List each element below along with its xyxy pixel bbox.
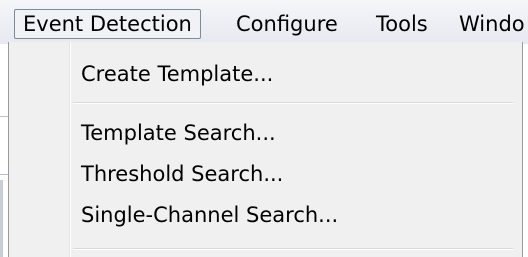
menu-separator [73, 248, 513, 250]
menu-bar: Event Detection Configure Tools Windo [0, 0, 528, 44]
menu-tools[interactable]: Tools [376, 11, 428, 37]
menu-icon-gutter [9, 42, 69, 257]
menu-item-create-template[interactable]: Create Template... [81, 59, 273, 89]
application-window: Event Detection Configure Tools Windo Cr… [0, 0, 528, 257]
window-divider [0, 174, 8, 175]
gutter-divider-highlight [70, 42, 71, 257]
menu-separator [73, 102, 513, 104]
menu-configure[interactable]: Configure [236, 11, 338, 37]
menu-window[interactable]: Windo [459, 11, 525, 37]
menu-item-single-channel-search[interactable]: Single-Channel Search... [81, 200, 338, 230]
menu-item-threshold-search[interactable]: Threshold Search... [81, 159, 283, 189]
window-divider [0, 116, 8, 117]
window-frame-edge [0, 180, 3, 257]
menu-event-detection[interactable]: Event Detection [14, 9, 201, 39]
menu-item-template-search[interactable]: Template Search... [81, 118, 276, 148]
event-detection-dropdown: Create Template... Template Search... Th… [8, 42, 523, 257]
window-right-edge [523, 44, 528, 257]
